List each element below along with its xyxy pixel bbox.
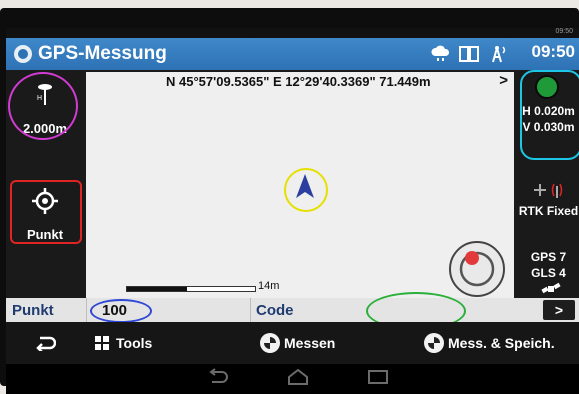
back-button[interactable] [34, 322, 56, 364]
nav-back-icon[interactable] [206, 368, 230, 386]
measure-save-label: Mess. & Speich. [448, 335, 555, 351]
action-bar: Tools Messen Mess. & Speich. [6, 322, 579, 364]
scale-label: 14m [258, 280, 280, 292]
measure-save-icon [424, 333, 444, 353]
divider [250, 298, 251, 322]
back-arrow-icon [36, 336, 56, 351]
measure-target-icon [260, 333, 280, 353]
tools-button[interactable]: Tools [94, 322, 152, 364]
tablet-frame: 09:50 GPS-Messung 09:50 H 2.000m Punkt N… [0, 8, 579, 394]
app-logo-icon[interactable] [14, 45, 32, 63]
title-bar: GPS-Messung 09:50 [6, 38, 579, 70]
satellite-icon [541, 282, 561, 294]
measure-label: Messen [284, 335, 336, 351]
glonass-satellite-count: GLS 4 [531, 266, 566, 280]
app-title: GPS-Messung [38, 43, 167, 64]
rtk-antenna-icon [534, 183, 563, 198]
right-panel: H 0.020m V 0.030m RTK Fixed GPS 7 GLS 4 [516, 70, 579, 298]
status-clock: 09:50 [531, 42, 575, 61]
compass-navigator-icon[interactable] [448, 240, 506, 298]
grid-icon [95, 336, 109, 350]
scale-bar [126, 286, 256, 292]
code-label: Code [256, 302, 294, 319]
system-clock: 09:50 [555, 28, 573, 35]
measure-button[interactable]: Messen [260, 322, 335, 364]
signal-tower-icon [486, 44, 508, 64]
android-nav-bar [6, 364, 579, 394]
gps-satellite-count: GPS 7 [530, 250, 567, 264]
map-view[interactable]: N 45°57'09.5365" E 12°29'40.3369" 71.449… [86, 72, 514, 298]
rtk-fix-status[interactable]: RTK Fixed [518, 204, 579, 218]
annotation-ring-yellow [284, 168, 328, 212]
nav-home-icon[interactable] [286, 368, 310, 386]
annotation-ring-red [10, 180, 82, 244]
coordinate-readout: N 45°57'09.5365" E 12°29'40.3369" 71.449… [166, 74, 431, 89]
divider [86, 298, 87, 322]
left-panel: H 2.000m Punkt [6, 70, 84, 298]
screen: 09:50 GPS-Messung 09:50 H 2.000m Punkt N… [6, 28, 579, 394]
nav-recents-icon[interactable] [366, 368, 390, 386]
annotation-ring-magenta [8, 72, 78, 140]
tools-label: Tools [116, 335, 153, 351]
annotation-ring-cyan [520, 70, 579, 160]
cloud-icon [430, 44, 452, 64]
code-next-button[interactable]: > [543, 300, 575, 320]
device-icon [458, 44, 480, 64]
measure-save-button[interactable]: Mess. & Speich. [424, 322, 555, 364]
coordinate-expand-arrow[interactable]: > [499, 72, 508, 89]
point-code-row: Punkt Code > [6, 292, 579, 330]
system-status-bar: 09:50 [6, 28, 579, 38]
punkt-label: Punkt [12, 302, 54, 319]
annotation-ring-blue [90, 299, 152, 323]
